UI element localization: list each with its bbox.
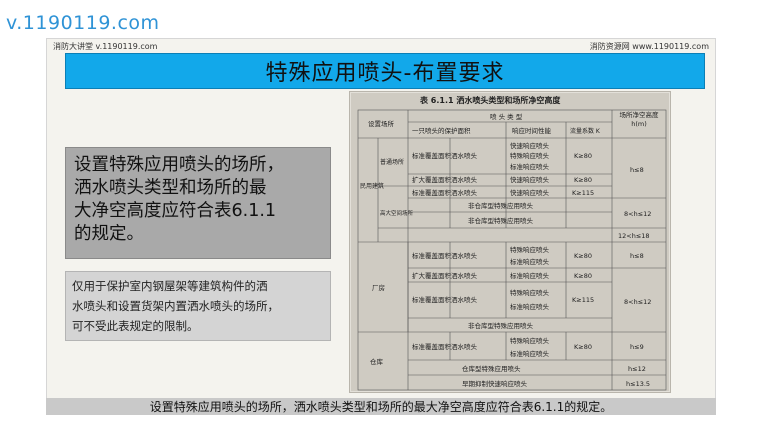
cell-response: 快速响应喷头 [510, 188, 550, 197]
note-text-box: 仅用于保护室内钢屋架等建筑构件的洒 水喷头和设置货架内置洒水喷头的场所， 可不受… [65, 271, 331, 341]
cell-k: K≥115 [572, 296, 594, 304]
cell-full: 非仓库型特殊应用喷头 [468, 216, 534, 225]
cell-response: 标准响应喷头 [510, 349, 550, 358]
cell-coverage: 标准覆盖面积洒水喷头 [412, 342, 478, 351]
header-height-wrap: 场所净空高度 h(m) [619, 111, 659, 128]
cell-height: 8<h≤12 [624, 298, 651, 306]
site-watermark: v.1190119.com [6, 12, 160, 34]
header-left: 消防大讲堂 v.1190119.com [53, 42, 158, 51]
header-response: 响应时间性能 [512, 126, 552, 135]
cell-response: 快速响应喷头 [510, 175, 550, 184]
cell-k: K≥80 [574, 343, 592, 351]
cell-full: 早期抑制快速响应喷头 [462, 379, 528, 388]
cell-full: 仓库型特殊应用喷头 [462, 364, 521, 373]
main-text-line: 设置特殊应用喷头的场所， [74, 155, 284, 175]
note-text-line: 水喷头和设置货架内置洒水喷头的场所， [72, 299, 279, 313]
cell-height: h≤13.5 [626, 380, 650, 388]
cell-response: 标准响应喷头 [510, 271, 550, 280]
slide-title: 特殊应用喷头-布置要求 [65, 53, 705, 89]
header-place: 设置场所 [368, 119, 395, 128]
header-k: 流量系数 K [570, 127, 601, 135]
cell-k: K≥115 [572, 189, 594, 197]
cell-coverage: 标准覆盖面积洒水喷头 [412, 251, 478, 260]
cell-response: 标准响应喷头 [510, 302, 550, 311]
cell-coverage: 标准覆盖面积洒水喷头 [412, 151, 478, 160]
header-coverage: 一只喷头的保护面积 [412, 126, 471, 135]
cell-height: 12<h≤18 [618, 232, 650, 240]
note-text-line: 仅用于保护室内钢屋架等建筑构件的洒 [72, 279, 268, 293]
cell-response: 快速响应喷头 [510, 141, 550, 150]
cell-k: K≥80 [574, 176, 592, 184]
label-tall: 高大空间场所 [380, 209, 414, 217]
cell-height: h≤8 [630, 252, 644, 260]
label-warehouse: 仓库 [370, 357, 384, 366]
note-text-line: 可不受此表规定的限制。 [72, 319, 199, 333]
cell-k: K≥80 [574, 152, 592, 160]
label-civil: 民用建筑 [360, 182, 384, 190]
sprinkler-table: 表 6.1.1 洒水喷头类型和场所净空高度 设置场所 喷 头 类 型 一只喷头的… [357, 95, 667, 391]
cell-coverage: 扩大覆盖面积洒水喷头 [412, 271, 478, 280]
header-right: 消防资源网 www.1190119.com [589, 42, 709, 51]
bottom-caption: 设置特殊应用喷头的场所，洒水喷头类型和场所的最大净空高度应符合表6.1.1的规定… [46, 398, 716, 415]
table-caption: 表 6.1.1 洒水喷头类型和场所净空高度 [419, 95, 561, 105]
cell-k: K≥80 [574, 272, 592, 280]
cell-height: h≤12 [628, 365, 646, 373]
label-plant: 厂房 [372, 283, 385, 292]
cell-coverage: 扩大覆盖面积洒水喷头 [412, 175, 478, 184]
header-height: 场所净空高度 h(m) [619, 111, 659, 128]
cell-coverage: 标准覆盖面积洒水喷头 [412, 188, 478, 197]
cell-coverage: 标准覆盖面积洒水喷头 [412, 295, 478, 304]
slide: 消防大讲堂 v.1190119.com 消防资源网 www.1190119.co… [46, 38, 716, 414]
cell-full: 非仓库型特殊应用喷头 [468, 321, 534, 330]
cell-k: K≥80 [574, 252, 592, 260]
main-text-line: 大净空高度应符合表6.1.1 [74, 201, 277, 221]
cell-response: 特殊响应喷头 [510, 245, 550, 254]
cell-response: 标准响应喷头 [510, 162, 550, 171]
label-ordinary: 普通场所 [380, 158, 404, 166]
main-text-box: 设置特殊应用喷头的场所， 洒水喷头类型和场所的最 大净空高度应符合表6.1.1 … [65, 147, 331, 259]
cell-response: 特殊响应喷头 [510, 336, 550, 345]
main-text-line: 的规定。 [74, 224, 144, 244]
cell-height: h≤9 [630, 343, 644, 351]
cell-response: 特殊响应喷头 [510, 151, 550, 160]
cell-response: 标准响应喷头 [510, 257, 550, 266]
main-text-line: 洒水喷头类型和场所的最 [74, 178, 267, 198]
cell-height: h≤8 [630, 166, 644, 174]
table-image: 表 6.1.1 洒水喷头类型和场所净空高度 设置场所 喷 头 类 型 一只喷头的… [349, 91, 671, 393]
cell-response: 特殊响应喷头 [510, 288, 550, 297]
cell-height: 8<h≤12 [624, 210, 651, 218]
cell-full: 非仓库型特殊应用喷头 [468, 201, 534, 210]
header-sprinkler-type: 喷 头 类 型 [490, 112, 523, 121]
